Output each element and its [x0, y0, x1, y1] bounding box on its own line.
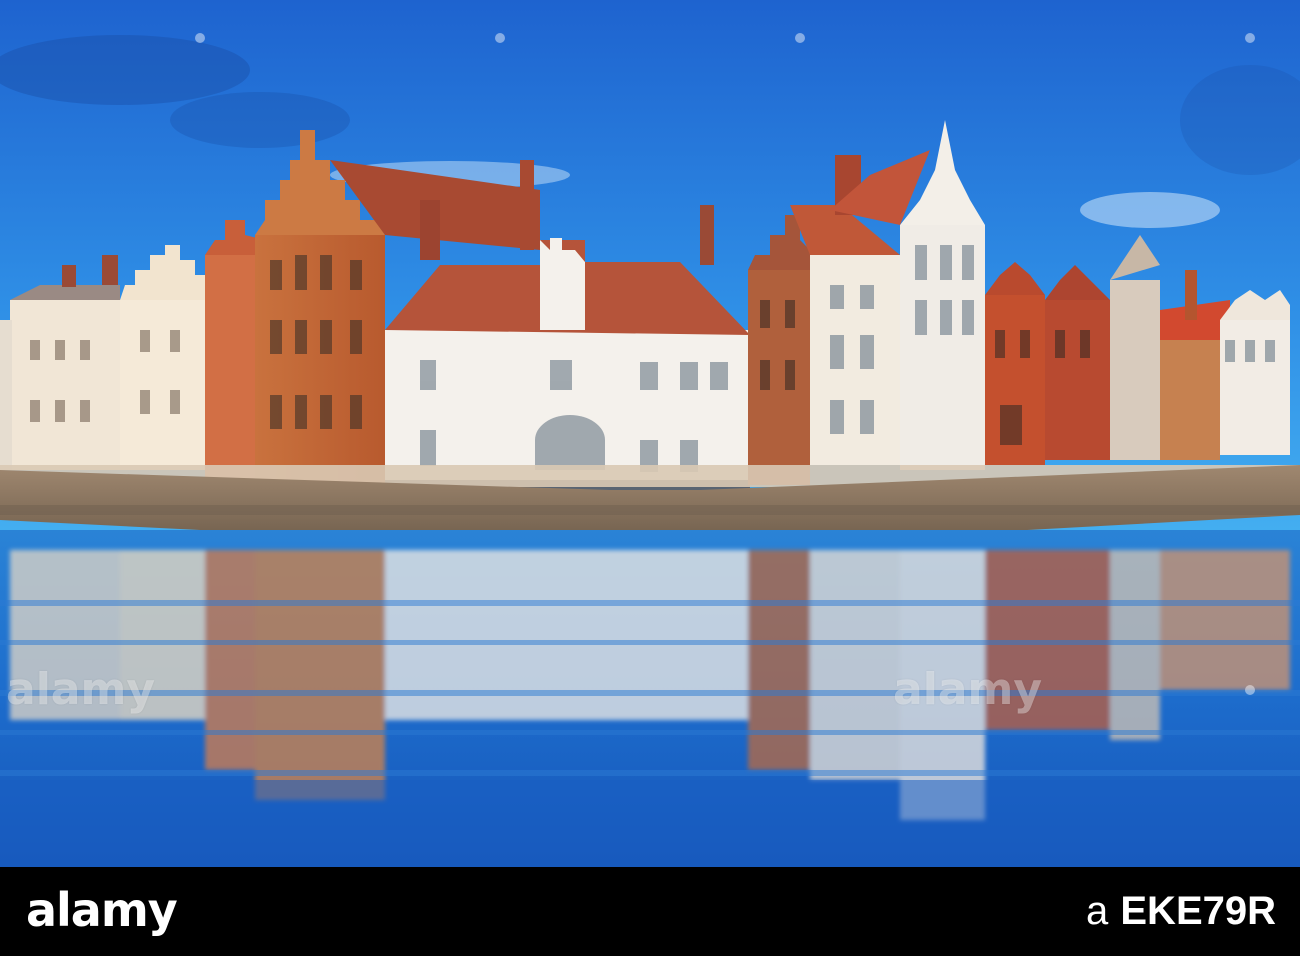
- footer-bar: alamy a EKE79R: [0, 867, 1300, 956]
- canal-houses-photo: alamy alamy: [0, 0, 1300, 867]
- photo-illustration: [0, 0, 1300, 867]
- stock-photo-page: alamy alamy alamy a EKE79R: [0, 0, 1300, 956]
- watermark-dot-icon: [195, 33, 205, 43]
- watermark-center: alamy: [893, 664, 1042, 715]
- alamy-logo[interactable]: alamy: [26, 883, 178, 937]
- watermark-left: alamy: [6, 664, 155, 715]
- image-id-label: a EKE79R: [1086, 889, 1276, 933]
- watermark-dot-icon: [795, 33, 805, 43]
- image-id-code: EKE79R: [1120, 889, 1276, 933]
- watermark-dot-icon: [1245, 33, 1255, 43]
- watermark-dot-icon: [1245, 685, 1255, 695]
- image-id-prefix: a: [1086, 889, 1110, 933]
- brand-text: alamy: [26, 883, 178, 937]
- watermark-dot-icon: [495, 33, 505, 43]
